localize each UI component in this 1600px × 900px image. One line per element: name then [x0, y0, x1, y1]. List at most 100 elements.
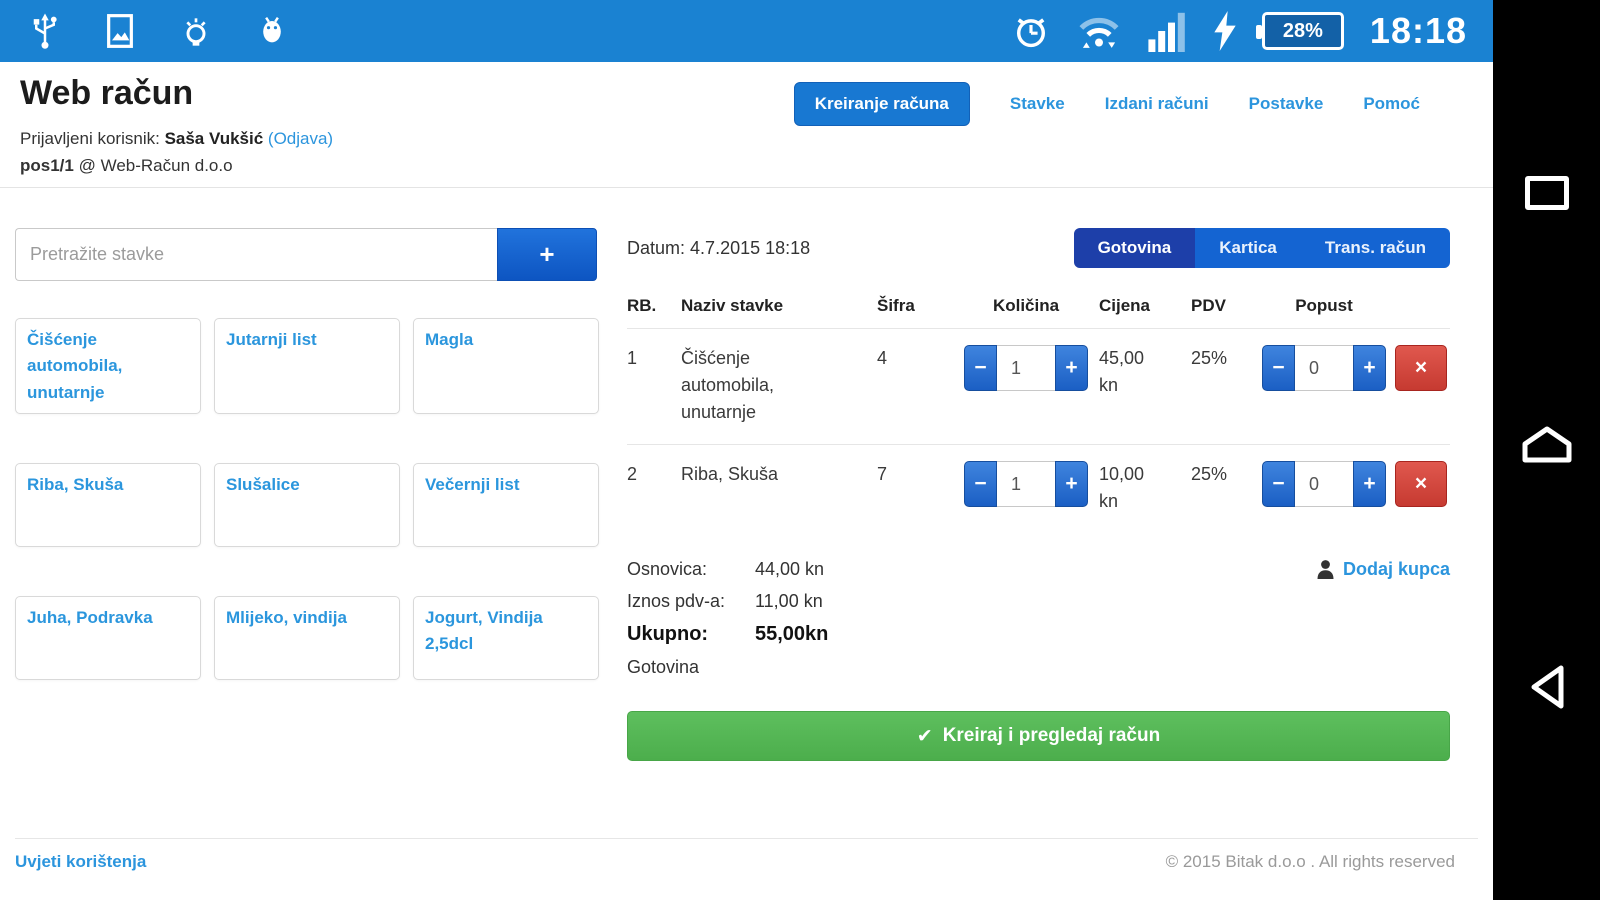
quick-item-tile[interactable]: Čišćenje automobila, unutarnje: [15, 318, 201, 414]
item-pdv: 25%: [1191, 348, 1228, 368]
quick-items-grid: Čišćenje automobila, unutarnje Jutarnji …: [15, 318, 599, 680]
status-icons-left: [30, 12, 288, 50]
search-row: +: [15, 228, 597, 281]
tab-postavke[interactable]: Postavke: [1249, 94, 1324, 114]
quick-item-tile[interactable]: Magla: [413, 318, 599, 414]
screenshot-icon: [104, 12, 136, 50]
quantity-plus-button[interactable]: +: [1055, 461, 1088, 507]
create-invoice-button[interactable]: ✔ Kreiraj i pregledaj račun: [627, 711, 1450, 761]
quick-item-tile[interactable]: Večernji list: [413, 463, 599, 547]
discount-input[interactable]: 0: [1295, 461, 1353, 507]
quick-item-tile[interactable]: Mlijeko, vindija: [214, 596, 400, 680]
payment-tab-kartica[interactable]: Kartica: [1195, 228, 1301, 268]
item-pdv: 25%: [1191, 464, 1228, 484]
row-actions: ×: [1395, 461, 1450, 507]
footer: Uvjeti korištenja © 2015 Bitak d.o.o . A…: [15, 852, 1455, 872]
pos-id: pos1/1: [20, 156, 74, 175]
back-button[interactable]: [1493, 662, 1600, 712]
tab-kreiranje-racuna[interactable]: Kreiranje računa: [793, 82, 970, 126]
pdv-line: Iznos pdv-a: 11,00 kn: [627, 591, 823, 611]
discount-minus-button[interactable]: −: [1262, 345, 1295, 391]
table-row: 1 Čišćenje automobila, unutarnje 4 − 1 +…: [627, 329, 1450, 445]
quantity-input[interactable]: 1: [997, 461, 1055, 507]
recents-button[interactable]: [1493, 176, 1600, 210]
col-kolicina: Količina: [992, 296, 1060, 315]
quick-item-label: Magla: [425, 330, 474, 349]
quick-item-label: Jogurt, Vindija 2,5dcl: [425, 608, 543, 654]
header-divider: [0, 187, 1493, 188]
create-invoice-label: Kreiraj i pregledaj račun: [942, 725, 1161, 746]
charging-bolt-icon: [1214, 11, 1236, 51]
screen: 28% 18:18 Web račun Prijavljeni korisnik…: [0, 0, 1600, 900]
recents-icon: [1524, 176, 1569, 210]
item-code: 7: [877, 464, 888, 484]
col-popust: Popust: [1295, 296, 1353, 315]
status-bar: 28% 18:18: [0, 0, 1493, 62]
col-sifra: Šifra: [877, 296, 915, 315]
discount-minus-button[interactable]: −: [1262, 461, 1295, 507]
add-customer-label: Dodaj kupca: [1342, 559, 1450, 579]
col-cijena: Cijena: [1099, 296, 1151, 315]
alarm-icon: [1012, 11, 1050, 51]
invoice-table: RB. Naziv stavke Šifra Količina Cijena P…: [627, 288, 1450, 533]
delete-row-button[interactable]: ×: [1395, 345, 1447, 391]
quantity-minus-button[interactable]: −: [964, 461, 997, 507]
quick-item-label: Riba, Skuša: [27, 475, 124, 494]
quick-item-label: Slušalice: [226, 475, 300, 494]
wifi-icon: [1076, 11, 1122, 51]
battery-indicator: 28%: [1255, 12, 1344, 50]
table-header-row: RB. Naziv stavke Šifra Količina Cijena P…: [627, 288, 1450, 329]
discount-input[interactable]: 0: [1295, 345, 1353, 391]
table-row: 2 Riba, Skuša 7 − 1 + 10,00 kn 25% − 0 +…: [627, 445, 1450, 533]
status-icons-right: 28% 18:18: [1012, 10, 1467, 52]
android-nav-bar: [1493, 0, 1600, 900]
payment-method-line: Gotovina: [627, 657, 700, 677]
payment-tab-trans-racun[interactable]: Trans. račun: [1300, 228, 1450, 268]
terms-link[interactable]: Uvjeti korištenja: [15, 852, 146, 872]
plus-icon: +: [539, 239, 555, 269]
delete-row-button[interactable]: ×: [1395, 461, 1447, 507]
ukupno-line: Ukupno: 55,00kn: [627, 623, 829, 645]
invoice-top-row: Datum: 4.7.2015 18:18 Gotovina Kartica T…: [627, 228, 1450, 268]
totals-block: Osnovica: 44,00 kn Iznos pdv-a: 11,00 kn…: [627, 559, 828, 689]
home-button[interactable]: [1493, 422, 1600, 466]
quick-item-label: Juha, Podravka: [27, 608, 153, 627]
discount-plus-button[interactable]: +: [1353, 345, 1386, 391]
row-number: 2: [627, 464, 638, 484]
quantity-minus-button[interactable]: −: [964, 345, 997, 391]
add-customer-link[interactable]: Dodaj kupca: [1316, 559, 1450, 689]
row-number: 1: [627, 348, 638, 368]
home-icon: [1522, 426, 1571, 463]
quick-item-label: Jutarnji list: [226, 330, 317, 349]
search-input[interactable]: [15, 228, 497, 281]
quick-item-tile[interactable]: Jogurt, Vindija 2,5dcl: [413, 596, 599, 680]
item-name: Čišćenje automobila, unutarnje: [681, 348, 775, 422]
quick-item-tile[interactable]: Riba, Skuša: [15, 463, 201, 547]
date-label: Datum:: [627, 237, 686, 258]
quick-item-tile[interactable]: Slušalice: [214, 463, 400, 547]
discount-plus-button[interactable]: +: [1353, 461, 1386, 507]
row-actions: ×: [1395, 345, 1450, 391]
login-line: Prijavljeni korisnik: Saša Vukšić (Odjav…: [20, 129, 1460, 149]
quantity-input[interactable]: 1: [997, 345, 1055, 391]
quick-item-label: Mlijeko, vindija: [226, 608, 347, 627]
tab-izdani-racuni[interactable]: Izdani računi: [1105, 94, 1209, 114]
app-window: 28% 18:18 Web račun Prijavljeni korisnik…: [0, 0, 1493, 900]
payment-tab-gotovina[interactable]: Gotovina: [1073, 228, 1196, 268]
col-rb: RB.: [627, 296, 657, 315]
quick-item-tile[interactable]: Jutarnji list: [214, 318, 400, 414]
add-item-button[interactable]: +: [497, 228, 597, 281]
battery-percent: 28%: [1282, 19, 1323, 42]
discount-stepper: − 0 +: [1253, 345, 1395, 391]
totals-section: Osnovica: 44,00 kn Iznos pdv-a: 11,00 kn…: [627, 559, 1450, 689]
copyright-text: © 2015 Bitak d.o.o . All rights reserved: [1165, 852, 1455, 871]
tab-stavke[interactable]: Stavke: [1010, 94, 1065, 114]
user-name: Saša Vukšić: [164, 129, 264, 148]
android-debug-icon: [256, 12, 288, 50]
quantity-stepper: − 1 +: [953, 345, 1099, 391]
quantity-plus-button[interactable]: +: [1055, 345, 1088, 391]
tab-pomoc[interactable]: Pomoć: [1363, 94, 1420, 114]
quick-item-tile[interactable]: Juha, Podravka: [15, 596, 201, 680]
invoice-date: Datum: 4.7.2015 18:18: [627, 238, 810, 259]
logout-link[interactable]: (Odjava): [268, 129, 333, 148]
